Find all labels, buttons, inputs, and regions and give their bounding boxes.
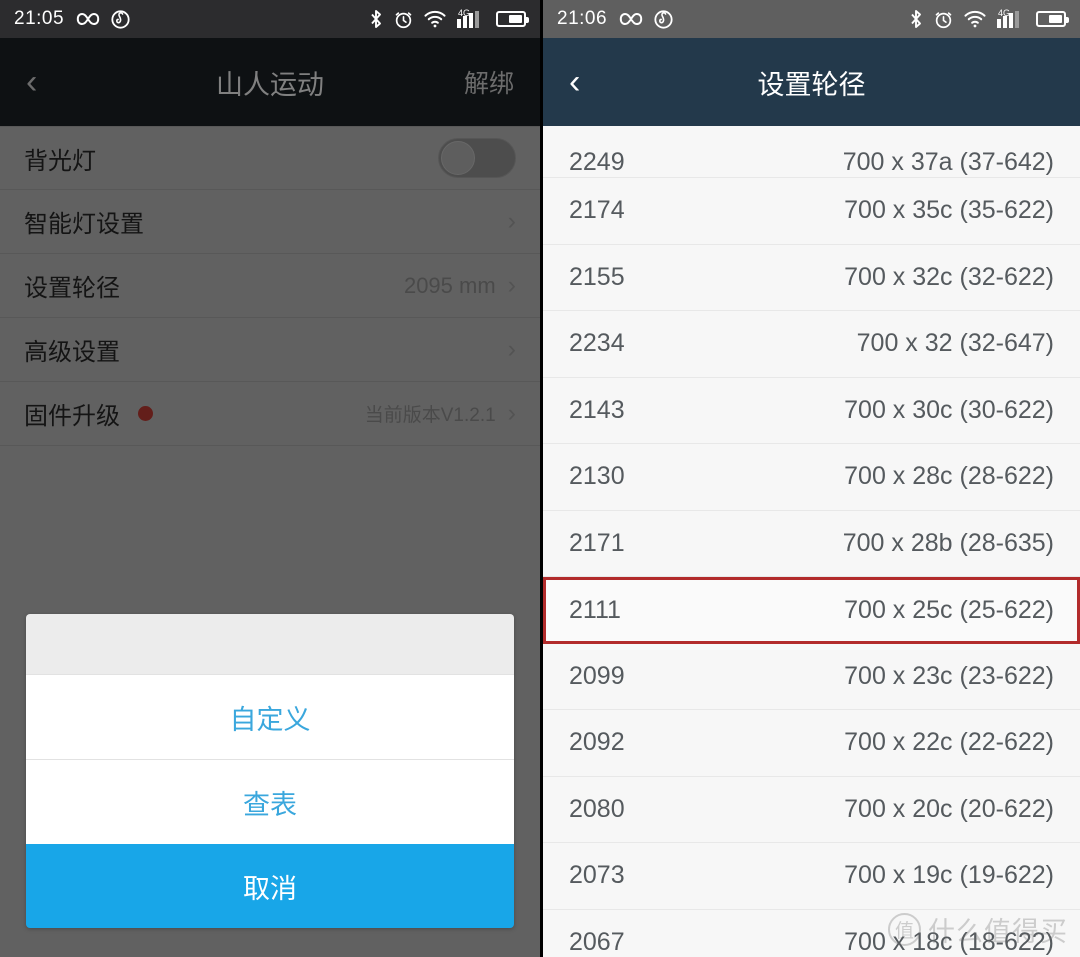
tire-size-value: 700 x 20c (20-622): [844, 794, 1054, 823]
circumference-value: 2099: [569, 661, 625, 690]
infinity-icon: [76, 12, 100, 26]
circumference-value: 2080: [569, 794, 625, 823]
circumference-value: 2171: [569, 528, 625, 557]
action-sheet: 自定义 查表 取消: [26, 614, 514, 928]
action-sheet-option-lookup-table[interactable]: 查表: [26, 759, 514, 844]
circumference-value: 2234: [569, 329, 625, 358]
table-row[interactable]: 2171 700 x 28b (28-635): [543, 510, 1080, 577]
circumference-value: 2111: [569, 595, 621, 624]
bluetooth-icon: [911, 10, 921, 28]
right-nav-bar: ‹ 设置轮径: [543, 38, 1080, 126]
status-bar-right-icons: 4G: [909, 7, 1069, 29]
circumference-value: 2092: [569, 728, 625, 757]
tire-size-value: 700 x 22c (22-622): [844, 728, 1054, 757]
battery-icon: [1036, 11, 1069, 27]
status-bar-time: 21:05: [14, 8, 65, 29]
dual-screenshot: 21:05 4G ‹ 山人运动 解绑 背光灯 智能灯设置 › 设置轮径 2095…: [0, 0, 1080, 957]
circumference-value: 2174: [569, 196, 625, 225]
tire-size-value: 700 x 28c (28-622): [844, 462, 1054, 491]
status-bar-time: 21:06: [557, 8, 608, 29]
circumference-value: 2143: [569, 395, 625, 424]
bluetooth-icon: [371, 10, 381, 28]
tire-size-value: 700 x 18c (18-622): [844, 927, 1054, 956]
tire-size-value: 700 x 32c (32-622): [844, 262, 1054, 291]
status-bar: 21:06 4G: [543, 0, 1080, 38]
left-phone-screen: 21:05 4G ‹ 山人运动 解绑 背光灯 智能灯设置 › 设置轮径 2095…: [0, 0, 540, 957]
tire-size-value: 700 x 32 (32-647): [856, 329, 1054, 358]
netease-music-icon: [111, 9, 130, 29]
wifi-icon: [424, 10, 446, 28]
circumference-value: 2249: [569, 148, 625, 176]
tire-size-value: 700 x 25c (25-622): [844, 595, 1054, 624]
status-bar: 21:05 4G: [0, 0, 540, 38]
page-title: 设置轮径: [757, 69, 866, 100]
table-row[interactable]: 2234 700 x 32 (32-647): [543, 311, 1080, 378]
table-row[interactable]: 2092 700 x 22c (22-622): [543, 710, 1080, 777]
table-row[interactable]: 2130 700 x 28c (28-622): [543, 444, 1080, 511]
table-row[interactable]: 2143 700 x 30c (30-622): [543, 377, 1080, 444]
battery-icon: [496, 11, 529, 27]
status-bar-right-icons: 4G: [369, 7, 529, 29]
table-row[interactable]: 2067 700 x 18c (18-622): [543, 909, 1080, 957]
network-type-label: 4G: [998, 7, 1011, 18]
network-type-label: 4G: [458, 7, 471, 18]
circumference-value: 2155: [569, 262, 625, 291]
circumference-value: 2073: [569, 861, 625, 890]
tire-size-value: 700 x 28b (28-635): [842, 528, 1054, 557]
tire-size-value: 700 x 30c (30-622): [844, 395, 1054, 424]
signal-icon: 4G: [457, 7, 485, 28]
tire-size-value: 700 x 23c (23-622): [844, 661, 1054, 690]
alarm-icon: [935, 11, 952, 28]
table-row[interactable]: 2249 700 x 37a (37-642): [543, 126, 1080, 178]
signal-icon: 4G: [997, 7, 1025, 28]
tire-size-value: 700 x 37a (37-642): [842, 148, 1054, 176]
back-icon[interactable]: ‹: [569, 65, 580, 99]
tire-size-value: 700 x 35c (35-622): [844, 196, 1054, 225]
status-bar-left-icons: [76, 9, 130, 29]
table-row[interactable]: 2073 700 x 19c (19-622): [543, 843, 1080, 910]
table-row[interactable]: 2155 700 x 32c (32-622): [543, 244, 1080, 311]
status-bar-left-icons: [619, 9, 673, 29]
action-sheet-cancel-button[interactable]: 取消: [26, 844, 514, 928]
circumference-value: 2067: [569, 927, 625, 956]
netease-music-icon: [654, 9, 673, 29]
table-row-selected[interactable]: 2111 700 x 25c (25-622): [543, 577, 1080, 644]
action-sheet-header: [26, 614, 514, 674]
infinity-icon: [619, 12, 643, 26]
tire-size-value: 700 x 19c (19-622): [844, 861, 1054, 890]
table-row[interactable]: 2080 700 x 20c (20-622): [543, 776, 1080, 843]
alarm-icon: [395, 11, 412, 28]
action-sheet-option-custom[interactable]: 自定义: [26, 674, 514, 759]
table-row[interactable]: 2099 700 x 23c (23-622): [543, 643, 1080, 710]
table-row[interactable]: 2174 700 x 35c (35-622): [543, 178, 1080, 245]
right-phone-screen: 21:06 4G ‹ 设置轮径 2249 700 x 37a (37-642) …: [540, 0, 1080, 957]
wifi-icon: [964, 10, 986, 28]
circumference-value: 2130: [569, 462, 625, 491]
wheel-size-table[interactable]: 2249 700 x 37a (37-642) 2174 700 x 35c (…: [543, 126, 1080, 957]
